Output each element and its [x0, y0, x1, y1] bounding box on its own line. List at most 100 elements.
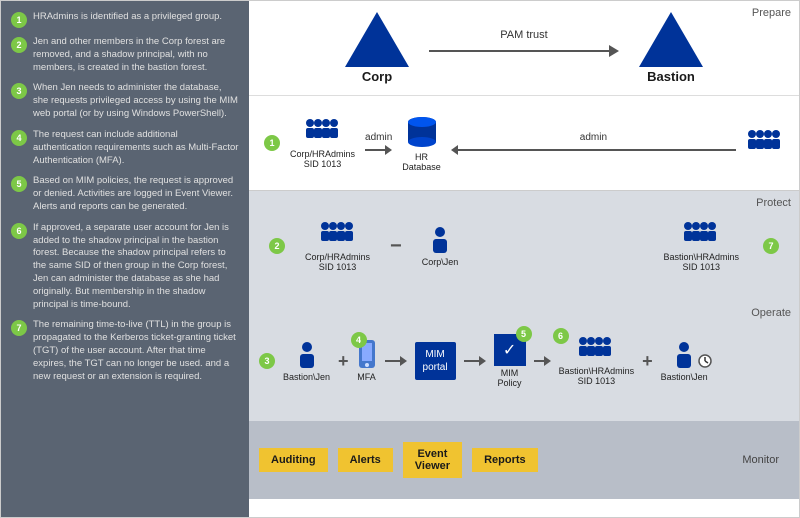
arrow-head-op3-icon [544, 356, 551, 366]
bastion-group-prepare [746, 128, 784, 158]
step-6: 6 If approved, a separate user account f… [11, 222, 239, 312]
mim-portal-line1: MIM [423, 348, 448, 361]
operate-bastionjen2-label: Bastion\Jen [661, 372, 708, 382]
step-7: 7 The remaining time-to-live (TTL) in th… [11, 319, 239, 383]
admin-left-arrow [365, 145, 392, 155]
step-text-1: HRAdmins is identified as a privileged g… [33, 11, 222, 24]
plus-icon-2: + [642, 351, 653, 372]
left-panel: 1 HRAdmins is identified as a privileged… [1, 1, 249, 517]
operate-bastionjen-label: Bastion\Jen [283, 372, 330, 382]
protect-bastion-group-icon [682, 220, 720, 250]
arrow-line-left [365, 149, 385, 151]
event-viewer-button[interactable]: Event Viewer [403, 442, 462, 478]
group-people-icon [304, 117, 342, 147]
operate-section: 3 Bastion\Jen + 4 MFA [249, 301, 799, 421]
operate-arrow-1 [385, 356, 407, 366]
step-5: 5 Based on MIM policies, the request is … [11, 175, 239, 213]
step-1: 1 HRAdmins is identified as a privileged… [11, 11, 239, 28]
mim-policy-group: 5 ✓ MIMPolicy [494, 334, 526, 388]
operate-arrow-3 [534, 356, 551, 366]
arrow-head-op2-icon [479, 356, 486, 366]
step-circle-7: 7 [11, 320, 27, 336]
step-text-2: Jen and other members in the Corp forest… [33, 36, 239, 74]
monitor-buttons-container: Auditing Alerts Event Viewer Reports [259, 442, 732, 478]
arrow-head-op1-icon [400, 356, 407, 366]
minus-icon: − [390, 235, 402, 258]
operate-bastionjen2-group: Bastion\Jen [661, 340, 708, 382]
mfa-group: 4 MFA [357, 340, 377, 382]
step-circle-3: 3 [11, 83, 27, 99]
corp-hradmins-label: Corp/HRAdminsSID 1013 [290, 149, 355, 169]
bastion-group-people-icon [746, 128, 784, 158]
reports-button[interactable]: Reports [472, 448, 538, 472]
operate-jen2-icon [674, 340, 694, 370]
step-4: 4 The request can include additional aut… [11, 129, 239, 167]
step-3: 3 When Jen needs to administer the datab… [11, 82, 239, 120]
arrow-shaft-op3 [534, 360, 544, 362]
step-text-4: The request can include additional authe… [33, 129, 239, 167]
right-panel: Corp PAM trust Bastion Prepare 1 [249, 1, 799, 517]
monitor-section-label: Monitor [742, 454, 779, 466]
operate-jen-icon [297, 340, 317, 370]
mim-portal-box: MIM portal [415, 342, 456, 380]
operate-step3-badge: 3 [259, 353, 275, 369]
alerts-button[interactable]: Alerts [338, 448, 393, 472]
corp-triangle-container: Corp [345, 12, 409, 84]
step-circle-4: 4 [11, 130, 27, 146]
bastion-triangle-icon [639, 12, 703, 67]
step-text-3: When Jen needs to administer the databas… [33, 82, 239, 120]
protect-corp-hr-label: Corp/HRAdminsSID 1013 [305, 252, 370, 272]
operate-step5-badge: 5 [516, 326, 532, 342]
mfa-label: MFA [357, 372, 376, 382]
step-text-6: If approved, a separate user account for… [33, 222, 239, 312]
step-circle-6: 6 [11, 223, 27, 239]
mim-policy-label: MIMPolicy [498, 368, 522, 388]
pam-arrow [429, 45, 619, 57]
protect-corp-hr-group: Corp/HRAdminsSID 1013 [305, 220, 370, 272]
protect-corpjen-group: Corp\Jen [422, 225, 459, 267]
arrow-shaft-op2 [464, 360, 479, 362]
auditing-button[interactable]: Auditing [259, 448, 328, 472]
plus-icon-1: + [338, 351, 349, 372]
operate-step6-badge: 6 [553, 328, 569, 344]
operate-bastion-hr-label: Bastion\HRAdminsSID 1013 [559, 366, 635, 386]
arrow-head-left-icon [385, 145, 392, 155]
step-circle-1: 1 [11, 12, 27, 28]
step-2: 2 Jen and other members in the Corp fore… [11, 36, 239, 74]
protect-jen-icon [430, 225, 450, 255]
bastion-label: Bastion [647, 69, 695, 84]
admin-right-container: admin [451, 132, 736, 155]
prepare-section: 1 Corp/HRAdminsSID 1013 admin [249, 96, 799, 191]
monitor-section: Auditing Alerts Event Viewer Reports Mon… [249, 421, 799, 499]
mim-portal-line2: portal [423, 361, 448, 374]
database-icon [404, 114, 440, 150]
admin-right-label: admin [580, 132, 607, 143]
operate-bastion-hr-group: 6 Bastion\HRAdminsSID 1013 [559, 336, 635, 386]
operate-bastionjen-group: Bastion\Jen [283, 340, 330, 382]
admin-left-container: admin [365, 132, 392, 155]
protect-step7-badge: 7 [763, 238, 779, 254]
arrow-head-icon [609, 45, 619, 57]
admin-left-label: admin [365, 132, 392, 143]
protect-section: 2 Corp/HRAdminsSID 1013 − [249, 191, 799, 301]
arrow-shaft-right [458, 149, 736, 151]
corp-triangle-icon [345, 12, 409, 67]
operate-arrow-2 [464, 356, 486, 366]
step-text-5: Based on MIM policies, the request is ap… [33, 175, 239, 213]
admin-right-arrow [451, 145, 736, 155]
protect-section-label: Protect [756, 197, 791, 209]
prepare-section-label: Prepare [752, 7, 791, 19]
operate-step4-badge: 4 [351, 332, 367, 348]
arrow-shaft-op1 [385, 360, 400, 362]
pam-arrow-container: PAM trust [429, 29, 619, 57]
hr-database-label: HRDatabase [402, 152, 441, 172]
operate-bastion-group-icon [577, 336, 615, 364]
arrow-shaft [429, 50, 609, 52]
pam-label: PAM trust [500, 29, 547, 41]
protect-step-badge: 2 [269, 238, 285, 254]
protect-bastion-hr-label: Bastion\HRAdminsSID 1013 [663, 252, 739, 272]
clock-icon [698, 354, 712, 368]
arrow-head-right-icon [451, 145, 458, 155]
hr-database-group: HRDatabase [402, 114, 441, 172]
step-circle-5: 5 [11, 176, 27, 192]
